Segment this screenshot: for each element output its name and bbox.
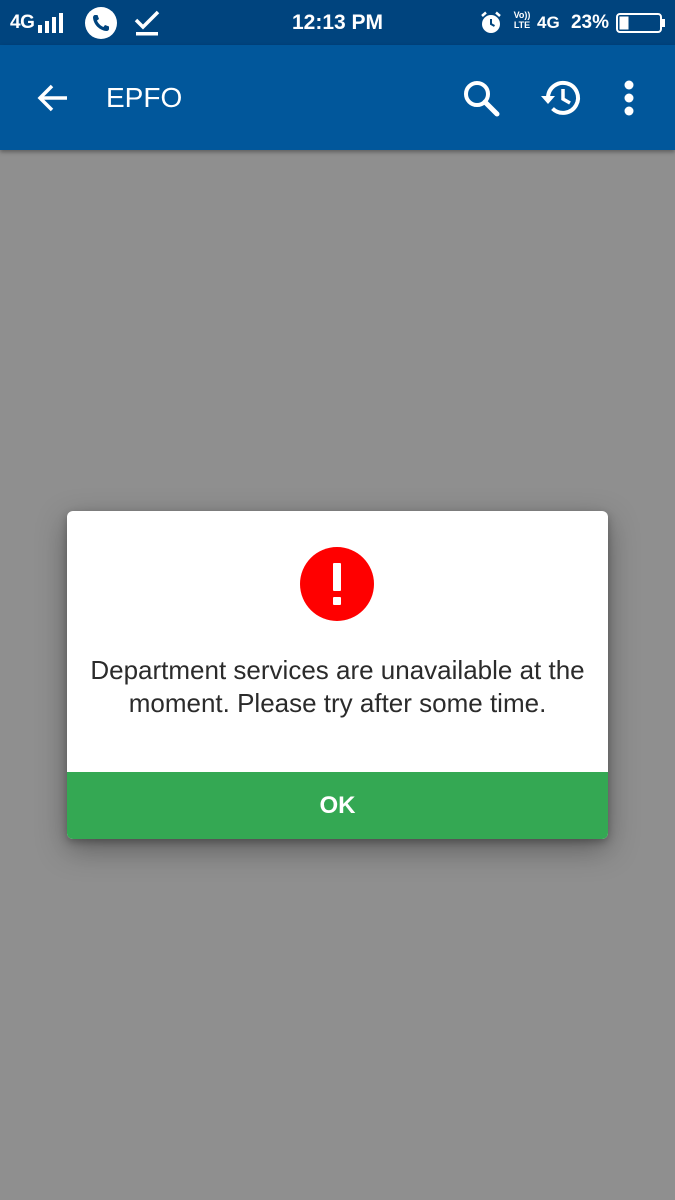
error-exclamation-icon [299, 546, 375, 622]
app-bar: EPFO [0, 45, 675, 150]
volte-top-label: Vo)) [513, 10, 531, 20]
volte-bottom-label: LTE [513, 20, 531, 30]
arrow-back-icon [36, 81, 70, 115]
status-bar: 4G 12:13 PM Vo)) LTE 4G 23% [0, 0, 675, 45]
battery-icon [616, 0, 666, 45]
overflow-menu-button[interactable] [603, 72, 655, 124]
ok-button[interactable]: OK [67, 772, 608, 839]
battery-percent: 23% [570, 11, 609, 33]
search-icon [461, 78, 501, 118]
history-icon [538, 78, 582, 118]
back-button[interactable] [27, 72, 79, 124]
volte-indicator: Vo)) LTE [511, 10, 533, 30]
battery-fill [619, 16, 629, 29]
more-vert-icon [623, 80, 635, 116]
dialog-message: Department services are unavailable at t… [90, 655, 585, 718]
error-dialog: Department services are unavailable at t… [67, 511, 608, 839]
alarm-clock-icon [479, 0, 503, 45]
screen: 4G 12:13 PM Vo)) LTE 4G 23% EPFO Departm… [0, 0, 675, 1200]
network-type-right-label: 4G [537, 12, 560, 32]
search-button[interactable] [455, 72, 507, 124]
app-title: EPFO [106, 81, 183, 113]
history-button[interactable] [534, 72, 586, 124]
network-type-right: 4G [537, 0, 560, 45]
